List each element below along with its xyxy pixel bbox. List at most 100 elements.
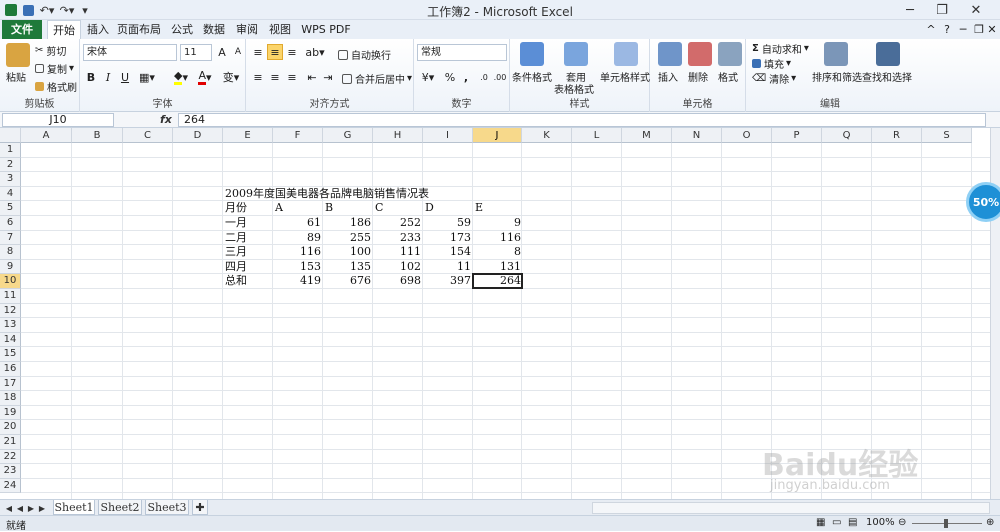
sheet-tab-1[interactable]: Sheet1 (53, 500, 95, 515)
row-header-4[interactable]: 4 (0, 186, 21, 202)
row-header-22[interactable]: 22 (0, 449, 21, 465)
cut-button[interactable]: ✂ 剪切 (35, 43, 66, 58)
fx-icon[interactable]: fx (160, 113, 172, 126)
row-header-10[interactable]: 10 (0, 274, 21, 289)
last-sheet-icon[interactable]: ▶ (37, 502, 47, 514)
clear-button[interactable]: ⌫ 清除 ▾ (752, 71, 796, 86)
align-bottom-icon[interactable]: ≡ (284, 44, 300, 60)
workbook-restore-icon[interactable]: ❐ (972, 20, 986, 39)
row-header-20[interactable]: 20 (0, 420, 21, 435)
column-header-d[interactable]: D (173, 128, 223, 143)
zoom-in-icon[interactable]: ⊕ (986, 517, 994, 528)
zoom-out-icon[interactable]: ⊖ (898, 517, 906, 528)
column-header-r[interactable]: R (872, 128, 922, 143)
row-header-23[interactable]: 23 (0, 464, 21, 479)
decrease-decimal-icon[interactable]: .00 (492, 69, 508, 85)
header-cell[interactable]: 月份 (223, 201, 273, 215)
find-select-button[interactable]: 查找和选择 (862, 69, 912, 84)
row-header-14[interactable]: 14 (0, 332, 21, 348)
page-break-view-icon[interactable]: ▤ (848, 517, 857, 528)
column-header-b[interactable]: B (72, 128, 123, 143)
merge-center-button[interactable]: 合并后居中 ▾ (342, 71, 412, 86)
align-top-icon[interactable]: ≡ (250, 44, 266, 60)
data-cell[interactable]: 89 (273, 231, 323, 245)
header-cell[interactable]: C (373, 201, 423, 215)
next-sheet-icon[interactable]: ▶ (26, 502, 36, 514)
workbook-close-icon[interactable]: ✕ (986, 20, 998, 39)
row-label-cell[interactable]: 总和 (223, 274, 273, 288)
table-format-button-line2[interactable]: 表格格式 (554, 81, 594, 96)
shrink-font-icon[interactable]: A (230, 44, 246, 60)
italic-button[interactable]: I (100, 69, 116, 85)
row-header-18[interactable]: 18 (0, 391, 21, 406)
data-cell[interactable]: 252 (373, 216, 423, 230)
conditional-format-button[interactable]: 条件格式 (512, 69, 552, 84)
data-cell[interactable]: 255 (323, 231, 373, 245)
tab-home[interactable]: 开始 (47, 20, 81, 39)
data-cell[interactable]: 11 (423, 260, 473, 274)
data-cell[interactable]: 102 (373, 260, 423, 274)
sort-filter-button[interactable]: 排序和筛选 (812, 69, 862, 84)
data-cell[interactable]: 111 (373, 245, 423, 259)
row-header-17[interactable]: 17 (0, 376, 21, 392)
tab-data[interactable]: 数据 (200, 20, 228, 39)
tab-file[interactable]: 文件 (2, 20, 42, 39)
paste-button[interactable]: 粘贴 (6, 69, 26, 84)
column-header-a[interactable]: A (21, 128, 72, 143)
column-header-i[interactable]: I (423, 128, 473, 143)
row-header-1[interactable]: 1 (0, 143, 21, 158)
minimize-icon[interactable]: ─ (896, 0, 924, 20)
tab-insert[interactable]: 插入 (84, 20, 112, 39)
data-cell[interactable]: 9 (473, 216, 523, 230)
data-cell[interactable]: 419 (273, 274, 323, 288)
first-sheet-icon[interactable]: ◀ (4, 502, 14, 514)
row-label-cell[interactable]: 一月 (223, 216, 273, 230)
prev-sheet-icon[interactable]: ◀ (15, 502, 25, 514)
header-cell[interactable]: B (323, 201, 373, 215)
fill-color-icon[interactable]: ◆ ▾ (170, 69, 192, 85)
row-header-13[interactable]: 13 (0, 318, 21, 333)
copy-button[interactable]: 复制 ▾ (35, 61, 74, 76)
column-header-l[interactable]: L (572, 128, 622, 143)
workbook-minimize-icon[interactable]: ─ (956, 20, 970, 39)
align-middle-icon[interactable]: ≡ (267, 44, 283, 60)
normal-view-icon[interactable]: ▦ (816, 517, 825, 528)
header-cell[interactable]: D (423, 201, 473, 215)
underline-button[interactable]: U (117, 69, 133, 85)
grow-font-icon[interactable]: A (214, 44, 230, 60)
data-cell[interactable]: 698 (373, 274, 423, 288)
column-header-j[interactable]: J (473, 128, 522, 143)
row-header-21[interactable]: 21 (0, 435, 21, 450)
column-header-o[interactable]: O (722, 128, 772, 143)
row-label-cell[interactable]: 四月 (223, 260, 273, 274)
page-layout-view-icon[interactable]: ▭ (832, 517, 841, 528)
align-right-icon[interactable]: ≡ (284, 69, 300, 85)
zoom-slider-thumb[interactable] (944, 519, 948, 528)
row-header-24[interactable]: 24 (0, 478, 21, 494)
data-cell[interactable]: 61 (273, 216, 323, 230)
row-header-7[interactable]: 7 (0, 230, 21, 246)
column-header-f[interactable]: F (273, 128, 323, 143)
select-all-corner[interactable] (0, 128, 21, 143)
row-header-2[interactable]: 2 (0, 157, 21, 173)
autosum-button[interactable]: Σ 自动求和 ▾ (752, 41, 809, 56)
percent-button[interactable]: % (442, 69, 458, 85)
column-header-q[interactable]: Q (822, 128, 872, 143)
data-cell[interactable]: 154 (423, 245, 473, 259)
column-header-m[interactable]: M (622, 128, 672, 143)
data-cell[interactable]: 173 (423, 231, 473, 245)
tab-page-layout[interactable]: 页面布局 (116, 20, 162, 39)
sheet-title[interactable]: 2009年度国美电器各品牌电脑销售情况表 (223, 187, 429, 201)
data-cell[interactable]: 131 (473, 260, 523, 274)
paste-icon[interactable] (6, 43, 30, 67)
increase-decimal-icon[interactable]: .0 (476, 69, 492, 85)
border-icon[interactable]: ▦▾ (136, 69, 158, 85)
row-header-9[interactable]: 9 (0, 259, 21, 275)
row-label-cell[interactable]: 二月 (223, 231, 273, 245)
row-header-8[interactable]: 8 (0, 245, 21, 260)
font-name-select[interactable]: 宋体 (83, 44, 177, 61)
ribbon-minimize-icon[interactable]: ^ (924, 20, 938, 39)
format-painter-button[interactable]: 格式刷 (35, 79, 77, 94)
data-cell[interactable]: 397 (423, 274, 473, 288)
insert-cells-button[interactable]: 插入 (658, 69, 678, 84)
